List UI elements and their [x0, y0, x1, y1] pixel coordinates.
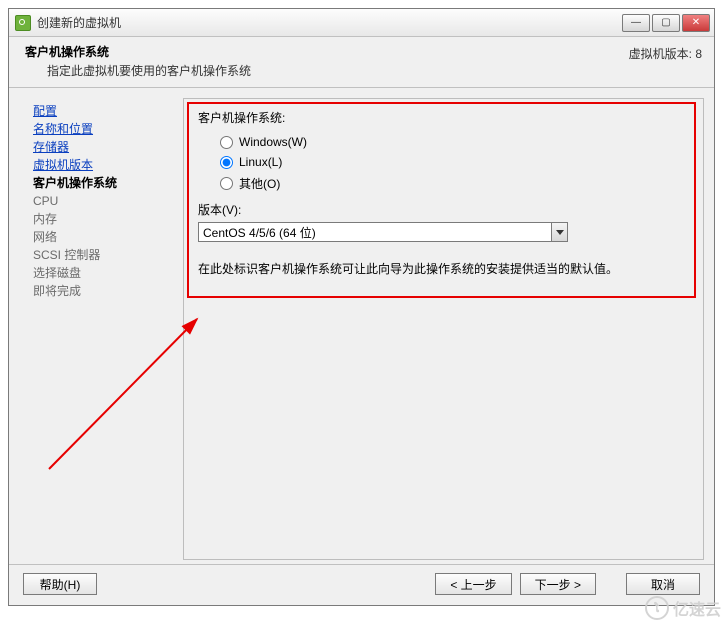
wizard-steps-sidebar: 配置 名称和位置 存储器 虚拟机版本 客户机操作系统 CPU 内存 网络 SCS…: [23, 98, 183, 560]
radio-linux[interactable]: Linux(L): [198, 152, 687, 172]
titlebar: 创建新的虚拟机 — ▢ ✕: [9, 9, 714, 37]
vm-version-label: 虚拟机版本: 8: [629, 43, 702, 79]
minimize-button[interactable]: —: [622, 14, 650, 32]
next-button[interactable]: 下一步 >: [520, 573, 596, 595]
sidebar-item-vm-version[interactable]: 虚拟机版本: [33, 156, 177, 174]
radio-other[interactable]: 其他(O): [198, 172, 687, 195]
watermark-text: 亿速云: [673, 596, 721, 620]
sidebar-item-name-location[interactable]: 名称和位置: [33, 120, 177, 138]
radio-windows-label: Windows(W): [239, 135, 307, 149]
wizard-window: 创建新的虚拟机 — ▢ ✕ 客户机操作系统 指定此虚拟机要使用的客户机操作系统 …: [8, 8, 715, 606]
app-icon: [15, 15, 31, 31]
radio-other-label: 其他(O): [239, 175, 280, 192]
watermark: ໂ 亿速云: [645, 596, 721, 620]
sidebar-item-scsi: SCSI 控制器: [33, 246, 177, 264]
radio-linux-label: Linux(L): [239, 155, 282, 169]
radio-windows[interactable]: Windows(W): [198, 132, 687, 152]
version-label: 版本(V):: [198, 201, 687, 218]
back-button[interactable]: < 上一步: [435, 573, 511, 595]
wizard-content-pane: 客户机操作系统: Windows(W) Linux(L) 其他(O) 版本(V)…: [183, 98, 704, 560]
sidebar-item-network: 网络: [33, 228, 177, 246]
close-button[interactable]: ✕: [682, 14, 710, 32]
wizard-header: 客户机操作系统 指定此虚拟机要使用的客户机操作系统 虚拟机版本: 8: [9, 37, 714, 88]
sidebar-item-storage[interactable]: 存储器: [33, 138, 177, 156]
sidebar-item-memory: 内存: [33, 210, 177, 228]
sidebar-item-guest-os: 客户机操作系统: [33, 174, 177, 192]
sidebar-item-cpu: CPU: [33, 192, 177, 210]
chevron-down-icon[interactable]: [551, 223, 567, 241]
page-subtitle: 指定此虚拟机要使用的客户机操作系统: [25, 62, 629, 79]
radio-windows-input[interactable]: [220, 136, 233, 149]
window-title: 创建新的虚拟机: [37, 14, 121, 31]
sidebar-item-disk: 选择磁盘: [33, 264, 177, 282]
version-dropdown[interactable]: CentOS 4/5/6 (64 位): [198, 222, 568, 242]
sidebar-item-config[interactable]: 配置: [33, 102, 177, 120]
radio-linux-input[interactable]: [220, 156, 233, 169]
sidebar-item-ready: 即将完成: [33, 282, 177, 300]
guest-os-hint-text: 在此处标识客户机操作系统可让此向导为此操作系统的安装提供适当的默认值。: [198, 260, 687, 278]
guest-os-group-label: 客户机操作系统:: [198, 109, 687, 126]
maximize-button[interactable]: ▢: [652, 14, 680, 32]
watermark-logo-icon: ໂ: [645, 596, 669, 620]
wizard-footer: 帮助(H) < 上一步 下一步 > 取消: [9, 564, 714, 605]
cancel-button[interactable]: 取消: [626, 573, 700, 595]
version-dropdown-value: CentOS 4/5/6 (64 位): [199, 224, 551, 241]
help-button[interactable]: 帮助(H): [23, 573, 97, 595]
radio-other-input[interactable]: [220, 177, 233, 190]
page-title: 客户机操作系统: [25, 43, 629, 60]
